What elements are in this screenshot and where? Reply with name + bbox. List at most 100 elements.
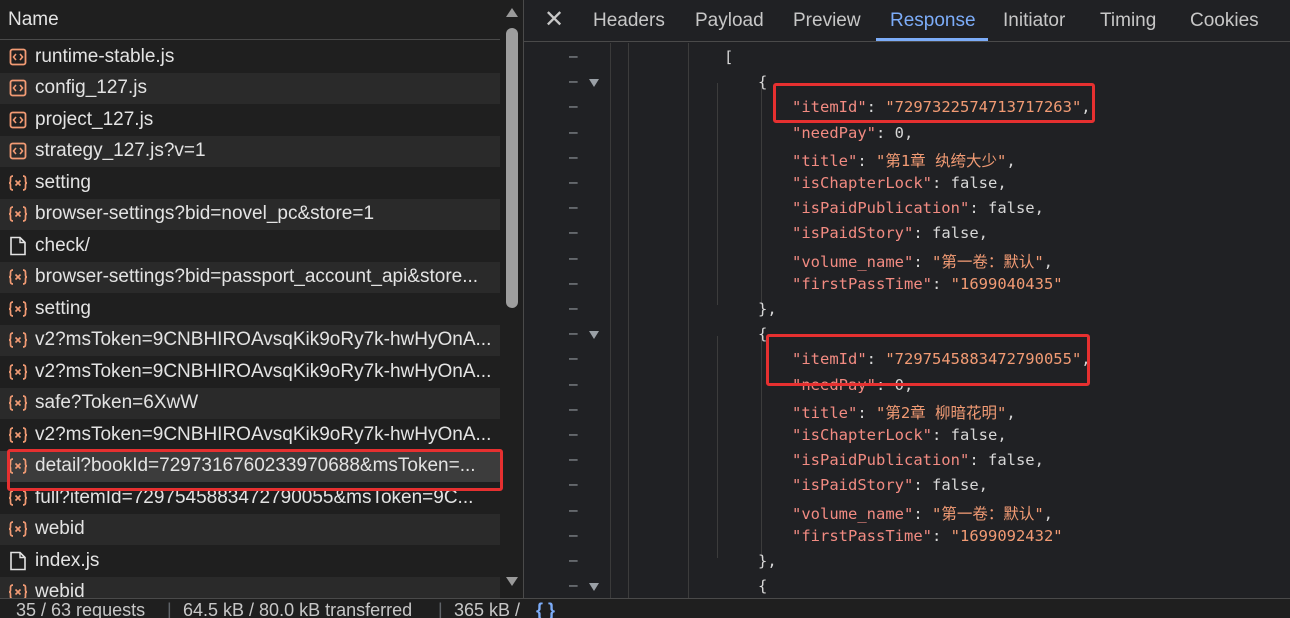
request-row[interactable]: setting	[0, 293, 500, 325]
request-row[interactable]: v2?msToken=9CNBHIROAvsqKik9oRy7k-hwHyOnA…	[0, 419, 500, 451]
line-marker: –	[569, 249, 578, 267]
json-punct: false	[950, 174, 998, 192]
status-separator: |	[438, 600, 443, 618]
json-line: – "volume_name": "第一卷：默认",	[524, 247, 1290, 272]
request-row[interactable]: webid	[0, 513, 500, 545]
response-json-viewer[interactable]: –[–{– "itemId": "7297322574713717263", – "n…	[524, 43, 1290, 598]
network-request-panel: Name runtime-stable.js config_127.js proje…	[0, 0, 523, 598]
json-punct: ,	[1043, 252, 1054, 271]
json-line: – "isPaidStory": false,	[524, 221, 1290, 246]
request-list-scrollbar[interactable]	[502, 0, 522, 598]
json-key: "isPaidPublication"	[792, 451, 970, 470]
json-punct: ,	[997, 174, 1007, 192]
json-content: "volume_name": "第一卷：默认",	[792, 502, 1053, 524]
json-key: "needPay"	[792, 123, 876, 142]
tab-headers[interactable]: Headers	[593, 0, 665, 42]
tab-cookies[interactable]: Cookies	[1190, 0, 1259, 42]
json-punct: false	[987, 199, 1035, 218]
json-content: "isChapterLock": false,	[792, 426, 1007, 444]
tab-timing[interactable]: Timing	[1100, 0, 1156, 42]
scroll-up-arrow-icon[interactable]	[506, 8, 518, 17]
request-row[interactable]: index.js	[0, 545, 500, 577]
json-content: "itemId": "7297545883472790055",	[792, 350, 1091, 368]
line-marker: –	[569, 501, 578, 519]
json-content: },	[758, 552, 777, 570]
json-content: "firstPassTime": "1699092432"	[792, 527, 1063, 545]
fold-arrow-icon[interactable]	[589, 583, 599, 592]
fold-arrow-icon[interactable]	[589, 79, 599, 88]
scroll-down-arrow-icon[interactable]	[506, 577, 518, 586]
status-bar: 35 / 63 requests | 64.5 kB / 80.0 kB tra…	[0, 598, 1290, 618]
json-string: "第1章 纨绔大少"	[876, 151, 1007, 170]
json-key: "title"	[792, 151, 858, 170]
line-marker: –	[569, 350, 578, 368]
request-name: webid	[35, 518, 85, 540]
request-row[interactable]: detail?bookId=7297316760233970688&msToke…	[0, 450, 500, 482]
request-row[interactable]: browser-settings?bid=passport_account_ap…	[0, 261, 500, 293]
json-line: – "needPay": 0,	[524, 373, 1290, 398]
request-row[interactable]: safe?Token=6XwW	[0, 387, 500, 419]
request-row[interactable]: check/	[0, 230, 500, 262]
name-column-header[interactable]: Name	[0, 0, 500, 40]
json-punct: {	[758, 577, 768, 596]
json-punct: ,	[1081, 98, 1091, 117]
json-line: – "isPaidPublication": false,	[524, 196, 1290, 221]
json-line: – "isChapterLock": false,	[524, 423, 1290, 448]
resources-size: 365 kB /	[454, 600, 521, 618]
json-line: – "isPaidStory": false,	[524, 473, 1290, 498]
json-punct: {	[758, 73, 768, 92]
script-icon	[8, 47, 28, 67]
json-punct: false	[950, 426, 998, 444]
fold-arrow-icon[interactable]	[589, 331, 599, 340]
pretty-print-icon[interactable]: { }	[536, 599, 555, 618]
json-key: "firstPassTime"	[792, 274, 932, 293]
json-string: "第一卷：默认"	[932, 252, 1044, 271]
json-punct: },	[758, 300, 777, 318]
tab-initiator[interactable]: Initiator	[1003, 0, 1065, 42]
json-punct: :	[969, 199, 988, 218]
line-marker: –	[569, 375, 578, 393]
json-string: "1699092432"	[950, 526, 1063, 545]
line-marker: –	[569, 426, 578, 443]
json-punct: ,	[978, 224, 989, 243]
request-row[interactable]: browser-settings?bid=novel_pc&store=1	[0, 198, 500, 230]
status-separator: |	[167, 600, 172, 618]
request-row[interactable]: webid	[0, 576, 500, 598]
json-punct: ,	[997, 426, 1007, 444]
request-row[interactable]: project_127.js	[0, 104, 500, 136]
scroll-thumb[interactable]	[506, 28, 518, 308]
tab-payload[interactable]: Payload	[695, 0, 764, 42]
document-icon	[8, 236, 28, 256]
json-key: "volume_name"	[792, 252, 914, 271]
close-icon[interactable]: ✕	[542, 8, 566, 32]
line-marker: –	[569, 577, 578, 595]
json-punct: false	[932, 476, 979, 495]
detail-tabs: ✕ Headers Payload Preview Response Initi…	[524, 0, 1290, 42]
request-row[interactable]: config_127.js	[0, 72, 500, 104]
request-row[interactable]: setting	[0, 167, 500, 199]
json-content: {	[758, 73, 767, 91]
request-name: strategy_127.js?v=1	[35, 140, 206, 162]
request-row[interactable]: strategy_127.js?v=1	[0, 135, 500, 167]
request-name: browser-settings?bid=passport_account_ap…	[35, 266, 479, 288]
request-name: safe?Token=6XwW	[35, 392, 199, 414]
tab-response[interactable]: Response	[890, 0, 976, 42]
request-name: setting	[35, 297, 91, 319]
document-icon	[8, 551, 28, 571]
line-marker: –	[569, 123, 578, 141]
json-punct: :	[913, 224, 932, 243]
json-key: "firstPassTime"	[792, 526, 932, 545]
json-punct: ,	[1006, 151, 1016, 170]
request-row[interactable]: v2?msToken=9CNBHIROAvsqKik9oRy7k-hwHyOnA…	[0, 324, 500, 356]
tab-preview[interactable]: Preview	[793, 0, 861, 42]
request-row[interactable]: v2?msToken=9CNBHIROAvsqKik9oRy7k-hwHyOnA…	[0, 356, 500, 388]
request-name: runtime-stable.js	[35, 45, 175, 67]
json-content: "isPaidPublication": false,	[792, 199, 1044, 217]
request-row[interactable]: runtime-stable.js	[0, 41, 500, 73]
json-line: – "volume_name": "第一卷：默认",	[524, 499, 1290, 524]
json-content: "title": "第1章 纨绔大少",	[792, 149, 1016, 171]
json-content: "isChapterLock": false,	[792, 174, 1007, 192]
request-row[interactable]: full?itemId=7297545883472790055&msToken=…	[0, 482, 500, 514]
json-punct: :	[931, 274, 951, 293]
line-marker: –	[569, 199, 578, 217]
